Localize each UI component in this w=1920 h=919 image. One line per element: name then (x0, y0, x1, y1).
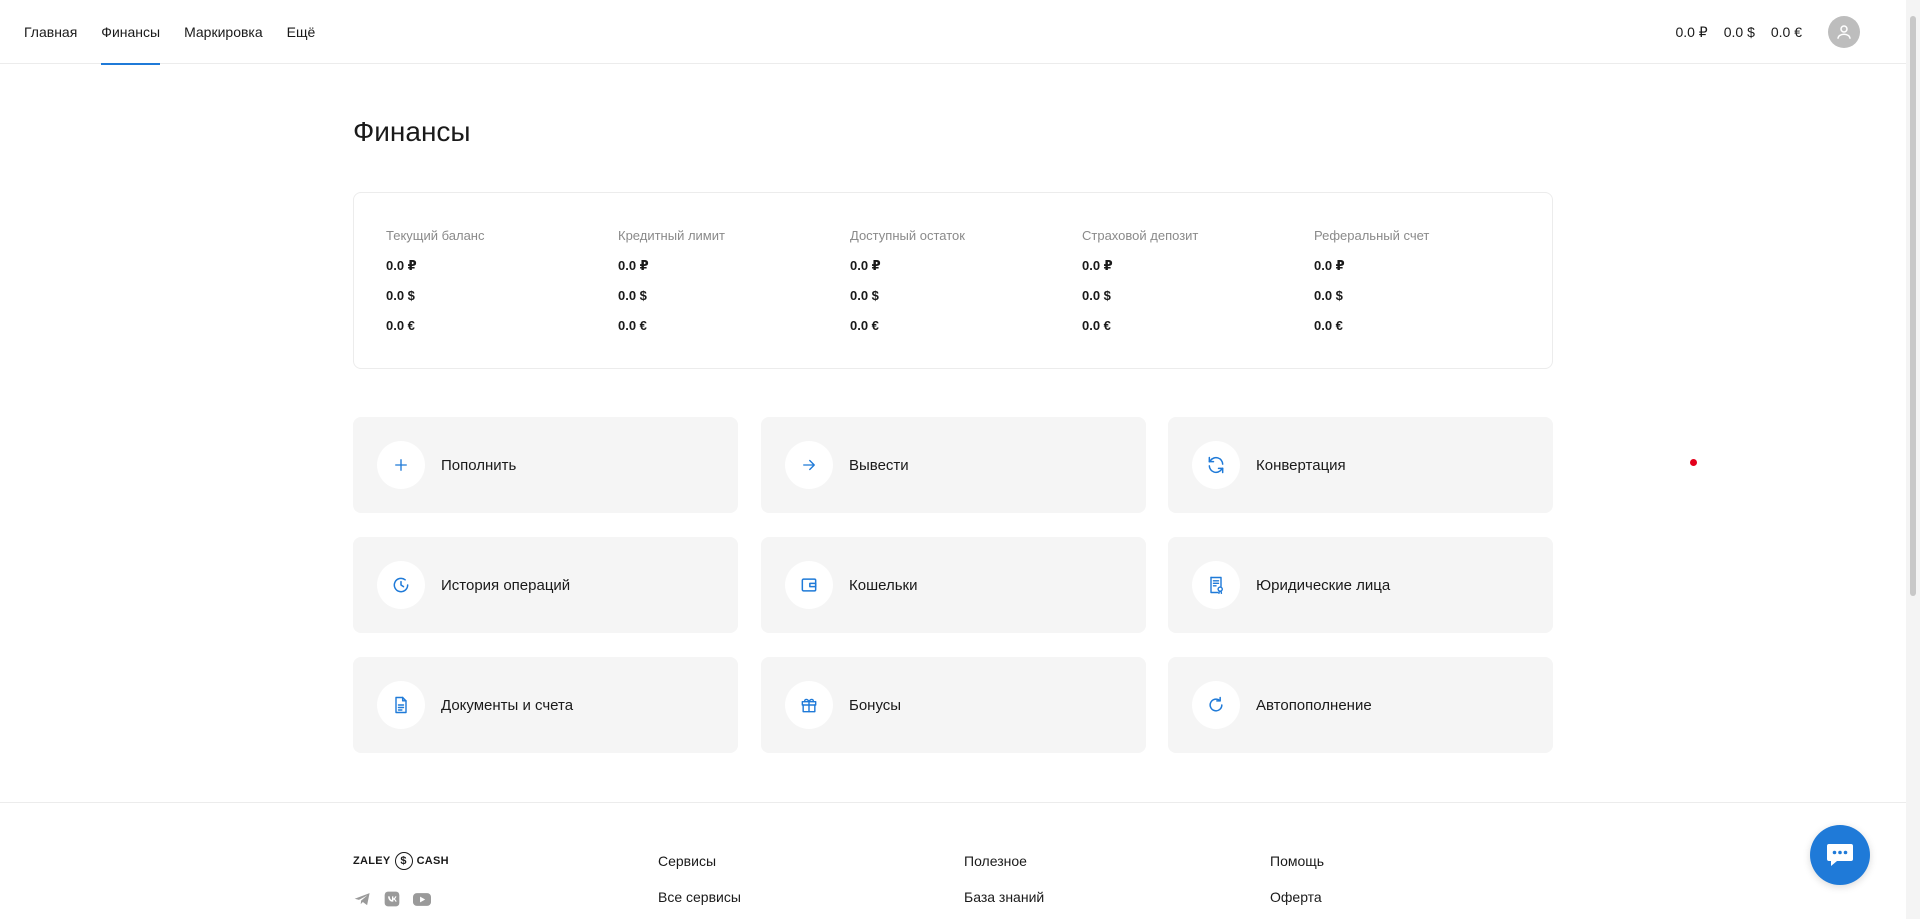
header-balance-rub[interactable]: 0.0 ₽ (1675, 24, 1707, 41)
balance-current: Текущий баланс 0.0 ₽ 0.0 $ 0.0 € (386, 228, 606, 338)
footer-logo[interactable]: ZALEY $ CASH (353, 852, 449, 870)
action-label: Конвертация (1256, 456, 1346, 474)
action-auto-refill[interactable]: Автопополнение (1168, 657, 1553, 753)
footer-col-services: Сервисы Все сервисы (658, 853, 741, 905)
balance-label: Кредитный лимит (618, 228, 725, 243)
telegram-icon[interactable] (353, 890, 371, 908)
footer-link[interactable]: Все сервисы (658, 889, 741, 905)
action-withdraw[interactable]: Вывести (761, 417, 1146, 513)
footer-col-heading: Сервисы (658, 853, 717, 869)
balance-label: Реферальный счет (1314, 228, 1430, 243)
action-label: Пополнить (441, 456, 517, 474)
balance-label: Текущий баланс (386, 228, 485, 243)
footer-divider (0, 802, 1906, 803)
footer-col-help: Помощь Оферта (1270, 853, 1324, 905)
nav-item-finance[interactable]: Финансы (101, 0, 160, 65)
action-label: Автопополнение (1256, 696, 1372, 714)
action-wallets[interactable]: Кошельки (761, 537, 1146, 633)
document-icon (395, 696, 407, 714)
main-nav: Главная Финансы Маркировка Ещё (24, 0, 316, 65)
balance-label: Страховой депозит (1082, 228, 1199, 243)
notification-dot (1690, 459, 1697, 466)
action-label: Юридические лица (1256, 576, 1391, 594)
vk-icon[interactable] (383, 890, 401, 908)
action-label: Кошельки (849, 576, 918, 594)
logo-text-left: ZALEY (353, 855, 391, 867)
balance-label: Доступный остаток (850, 228, 965, 243)
avatar[interactable] (1828, 16, 1860, 48)
action-top-up[interactable]: Пополнить (353, 417, 738, 513)
balance-value-usd: 0.0 $ (386, 288, 415, 303)
footer-col-useful: Полезное База знаний (964, 853, 1044, 905)
footer-col-heading: Помощь (1270, 853, 1325, 869)
balance-value-usd: 0.0 $ (618, 288, 647, 303)
header-balance-usd[interactable]: 0.0 $ (1724, 24, 1755, 40)
action-label: Вывести (849, 456, 909, 474)
balance-credit-limit: Кредитный лимит 0.0 ₽ 0.0 $ 0.0 € (618, 228, 838, 338)
action-conversion[interactable]: Конвертация (1168, 417, 1553, 513)
header-balance-eur[interactable]: 0.0 € (1771, 24, 1802, 40)
action-operation-history[interactable]: История операций (353, 537, 738, 633)
plus-icon (395, 459, 407, 471)
chat-icon (1827, 844, 1853, 866)
action-label: Бонусы (849, 696, 902, 714)
top-navigation-bar: Главная Финансы Маркировка Ещё 0.0 ₽ 0.0… (0, 0, 1906, 65)
user-icon (1837, 25, 1851, 39)
action-documents[interactable]: Документы и счета (353, 657, 738, 753)
balance-available: Доступный остаток 0.0 ₽ 0.0 $ 0.0 € (850, 228, 1070, 338)
footer-link[interactable]: База знаний (964, 889, 1044, 905)
history-icon (393, 577, 409, 593)
balance-value-usd: 0.0 $ (1314, 288, 1343, 303)
action-bonuses[interactable]: Бонусы (761, 657, 1146, 753)
balance-referral: Реферальный счет 0.0 ₽ 0.0 $ 0.0 € (1314, 228, 1534, 338)
arrow-right-icon (803, 459, 815, 471)
balance-summary-card: Текущий баланс 0.0 ₽ 0.0 $ 0.0 € Кредитн… (353, 192, 1553, 369)
nav-item-home[interactable]: Главная (24, 0, 77, 64)
legal-entity-icon (1210, 576, 1223, 595)
balance-value-eur: 0.0 € (850, 318, 879, 333)
auto-refill-icon (1209, 696, 1223, 712)
footer-link[interactable]: Оферта (1270, 889, 1324, 905)
header-balances: 0.0 ₽ 0.0 $ 0.0 € (1675, 0, 1860, 64)
logo-coin-icon: $ (394, 852, 413, 870)
balance-value-rub: 0.0 ₽ (386, 258, 417, 273)
balance-value-eur: 0.0 € (1082, 318, 1111, 333)
balance-value-rub: 0.0 ₽ (1082, 258, 1113, 273)
balance-value-eur: 0.0 € (618, 318, 647, 333)
convert-icon (1208, 456, 1224, 474)
nav-item-marking[interactable]: Маркировка (184, 0, 263, 64)
nav-item-more[interactable]: Ещё (287, 0, 316, 64)
balance-value-rub: 0.0 ₽ (1314, 258, 1345, 273)
balance-insurance-deposit: Страховой депозит 0.0 ₽ 0.0 $ 0.0 € (1082, 228, 1302, 338)
page-title: Финансы (353, 116, 471, 147)
logo-text-right: CASH (416, 855, 449, 867)
page-scrollbar[interactable] (1906, 0, 1920, 919)
action-legal-entities[interactable]: Юридические лица (1168, 537, 1553, 633)
youtube-icon[interactable] (413, 890, 431, 908)
balance-value-eur: 0.0 € (386, 318, 415, 333)
action-label: История операций (441, 576, 571, 594)
balance-value-rub: 0.0 ₽ (850, 258, 881, 273)
wallet-icon (801, 578, 817, 592)
balance-value-eur: 0.0 € (1314, 318, 1343, 333)
chat-button[interactable] (1810, 825, 1870, 885)
balance-value-usd: 0.0 $ (1082, 288, 1111, 303)
scrollbar-thumb[interactable] (1910, 16, 1916, 596)
gift-icon (801, 698, 817, 713)
footer-col-heading: Полезное (964, 853, 1027, 869)
balance-value-usd: 0.0 $ (850, 288, 879, 303)
footer-socials (353, 890, 431, 908)
balance-value-rub: 0.0 ₽ (618, 258, 649, 273)
action-label: Документы и счета (441, 696, 574, 714)
